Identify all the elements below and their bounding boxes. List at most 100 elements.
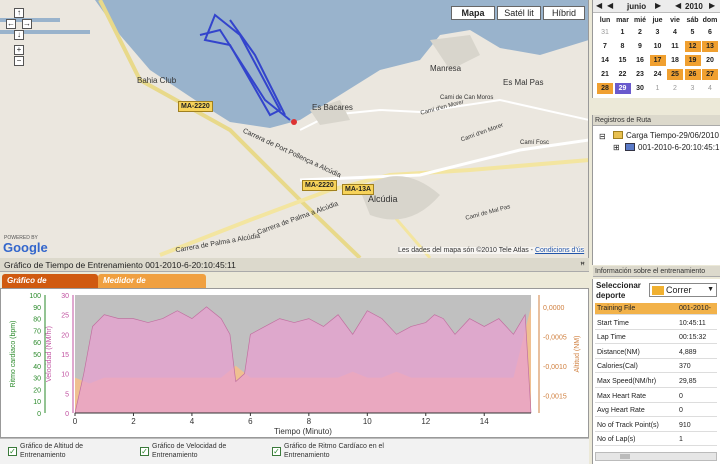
next-year-icon[interactable]: ▶ — [709, 1, 715, 10]
calendar-month[interactable]: junio — [627, 2, 646, 11]
calendar-day[interactable]: 4 — [702, 83, 718, 94]
map-view[interactable]: Mapa Satél lit Híbrid ↑ ← → ↓ + − Bahia … — [0, 0, 589, 258]
calendar-day[interactable]: 28 — [597, 83, 613, 94]
calendar-day[interactable]: 19 — [684, 55, 701, 66]
map-type-hibrid-button[interactable]: Híbrid — [543, 6, 585, 20]
x-tick-label: 10 — [363, 417, 372, 426]
calendar-day[interactable]: 8 — [615, 41, 631, 52]
tab-medidor-entrenamiento[interactable]: Medidor de Entrenamiento — [98, 274, 206, 299]
calendar-day[interactable]: 15 — [615, 55, 631, 66]
zoom-out-icon[interactable]: − — [14, 56, 24, 66]
x-tick-label: 0 — [73, 417, 78, 426]
calendar-day[interactable]: 30 — [632, 83, 648, 94]
zoom-in-icon[interactable]: + — [14, 45, 24, 55]
heartrate-tick-label: 0 — [37, 411, 41, 418]
info-key: Start Time — [597, 319, 629, 327]
calendar-header: ◀ ◀ junio ▶ ◀ 2010 ▶ — [593, 0, 720, 13]
horizontal-scrollbar[interactable] — [595, 452, 717, 461]
x-tick-label: 14 — [480, 417, 489, 426]
calendar-day[interactable]: 3 — [650, 27, 666, 38]
calendar-day[interactable]: 16 — [632, 55, 648, 66]
heartrate-tick-label: 90 — [33, 305, 41, 312]
info-row: Max Heart Rate 0 — [595, 391, 717, 403]
map-type-mapa-button[interactable]: Mapa — [451, 6, 495, 20]
chevron-down-icon[interactable]: ▼ — [707, 286, 714, 293]
calendar-day[interactable]: 31 — [597, 27, 613, 38]
calendar-day[interactable]: 17 — [649, 55, 666, 66]
info-value: 001-2010- — [679, 305, 711, 312]
calendar-day[interactable]: 10 — [650, 41, 666, 52]
calendar-day[interactable]: 21 — [597, 69, 613, 80]
calendar-day[interactable]: 7 — [597, 41, 613, 52]
calendar-day[interactable]: 9 — [632, 41, 648, 52]
sport-icon — [652, 286, 664, 295]
info-row: Calories(Cal) 370 — [595, 361, 717, 374]
altitude-tick-label: 0,0000 — [543, 305, 565, 312]
calendar-day[interactable]: 27 — [702, 69, 718, 80]
calendar-day[interactable]: 2 — [632, 27, 648, 38]
tree-expand-icon[interactable]: ⊟ — [599, 132, 606, 141]
calendar-day[interactable]: 12 — [684, 41, 701, 52]
sport-select[interactable]: Correr ▼ — [649, 283, 717, 297]
info-value: 00:15:32 — [679, 334, 707, 342]
pan-down-icon[interactable]: ↓ — [14, 30, 24, 40]
map-type-satelite-button[interactable]: Satél lit — [497, 6, 541, 20]
calendar-day[interactable]: 26 — [684, 69, 701, 80]
heartrate-tick-label: 80 — [33, 317, 41, 324]
info-value: 370 — [679, 363, 691, 371]
calendar-day[interactable]: 18 — [667, 55, 683, 66]
calendar-day[interactable]: 22 — [615, 69, 631, 80]
routes-title: Registros de Ruta — [593, 115, 720, 126]
speed-tick-label: 0 — [65, 411, 69, 418]
speed-axis-label: Velocidad (NM/hr) — [46, 326, 53, 382]
calendar-year[interactable]: 2010 — [685, 2, 703, 11]
calendar-day[interactable]: 4 — [667, 27, 683, 38]
calendar-day[interactable]: 20 — [702, 55, 718, 66]
calendar-day[interactable]: 5 — [685, 27, 701, 38]
calendar-day[interactable]: 3 — [685, 83, 701, 94]
next-month-icon[interactable]: ▶ — [655, 1, 661, 10]
map-label-es-bacares: Es Bacares — [312, 103, 353, 112]
altitude-tick-label: -0,0005 — [543, 334, 567, 341]
terms-link[interactable]: Condicions d'ús — [535, 247, 584, 254]
calendar-day[interactable]: 1 — [615, 27, 631, 38]
calendar-day[interactable]: 1 — [650, 83, 666, 94]
pan-right-icon[interactable]: → — [22, 19, 32, 29]
calendar-day[interactable]: 11 — [667, 41, 683, 52]
map-label-es-mal-pas: Es Mal Pas — [503, 78, 544, 87]
speed-tick-label: 15 — [61, 352, 69, 359]
calendar: ◀ ◀ junio ▶ ◀ 2010 ▶ lun mar mié jue vie sáb d… — [592, 0, 720, 98]
chart-legend: ✓ Gráfico de Altitud de Entrenamiento ✓ … — [0, 438, 589, 464]
speed-tick-label: 5 — [65, 391, 69, 398]
calendar-day[interactable]: 24 — [650, 69, 666, 80]
pan-up-icon[interactable]: ↑ — [14, 8, 24, 18]
calendar-day[interactable]: 25 — [667, 69, 683, 80]
info-key: No of Track Point(s) — [597, 421, 659, 429]
heartrate-checkbox[interactable]: ✓ — [272, 447, 281, 456]
heartrate-tick-label: 20 — [33, 387, 41, 394]
pin-icon[interactable]: ꟸ — [580, 258, 585, 272]
calendar-day[interactable]: 6 — [702, 27, 718, 38]
prev-year-icon[interactable]: ◀ — [596, 1, 602, 10]
calendar-day[interactable]: 13 — [702, 41, 718, 52]
legend-speed: Gráfico de Velocidad de Entrenamiento — [152, 443, 227, 459]
calendar-day[interactable]: 23 — [632, 69, 648, 80]
info-row: Max Speed(NM/hr) 29,85 — [595, 376, 717, 388]
calendar-day[interactable]: 29 — [614, 83, 631, 94]
info-key: Calories(Cal) — [597, 363, 638, 371]
pan-left-icon[interactable]: ← — [6, 19, 16, 29]
altitude-tick-label: -0,0015 — [543, 393, 567, 400]
tree-expand-item-icon[interactable]: ⊞ — [613, 143, 620, 152]
speed-checkbox[interactable]: ✓ — [140, 447, 149, 456]
altitude-checkbox[interactable]: ✓ — [8, 447, 17, 456]
prev-year-2-icon[interactable]: ◀ — [675, 1, 681, 10]
tab-grafico-entrenamiento[interactable]: Gráfico de Entrenamiento — [2, 274, 98, 299]
calendar-day[interactable]: 2 — [667, 83, 683, 94]
scrollbar-thumb[interactable] — [620, 454, 630, 459]
route-folder[interactable]: Carga Tiempo-29/06/2010 — [626, 131, 719, 140]
route-item[interactable]: 001-2010-6-20:10:45:1 — [638, 143, 719, 152]
routes-panel: Registros de Ruta ⊟ Carga Tiempo-29/06/2… — [592, 115, 720, 265]
info-value: 0 — [679, 407, 683, 415]
prev-month-icon[interactable]: ◀ — [607, 1, 613, 10]
calendar-day[interactable]: 14 — [597, 55, 613, 66]
